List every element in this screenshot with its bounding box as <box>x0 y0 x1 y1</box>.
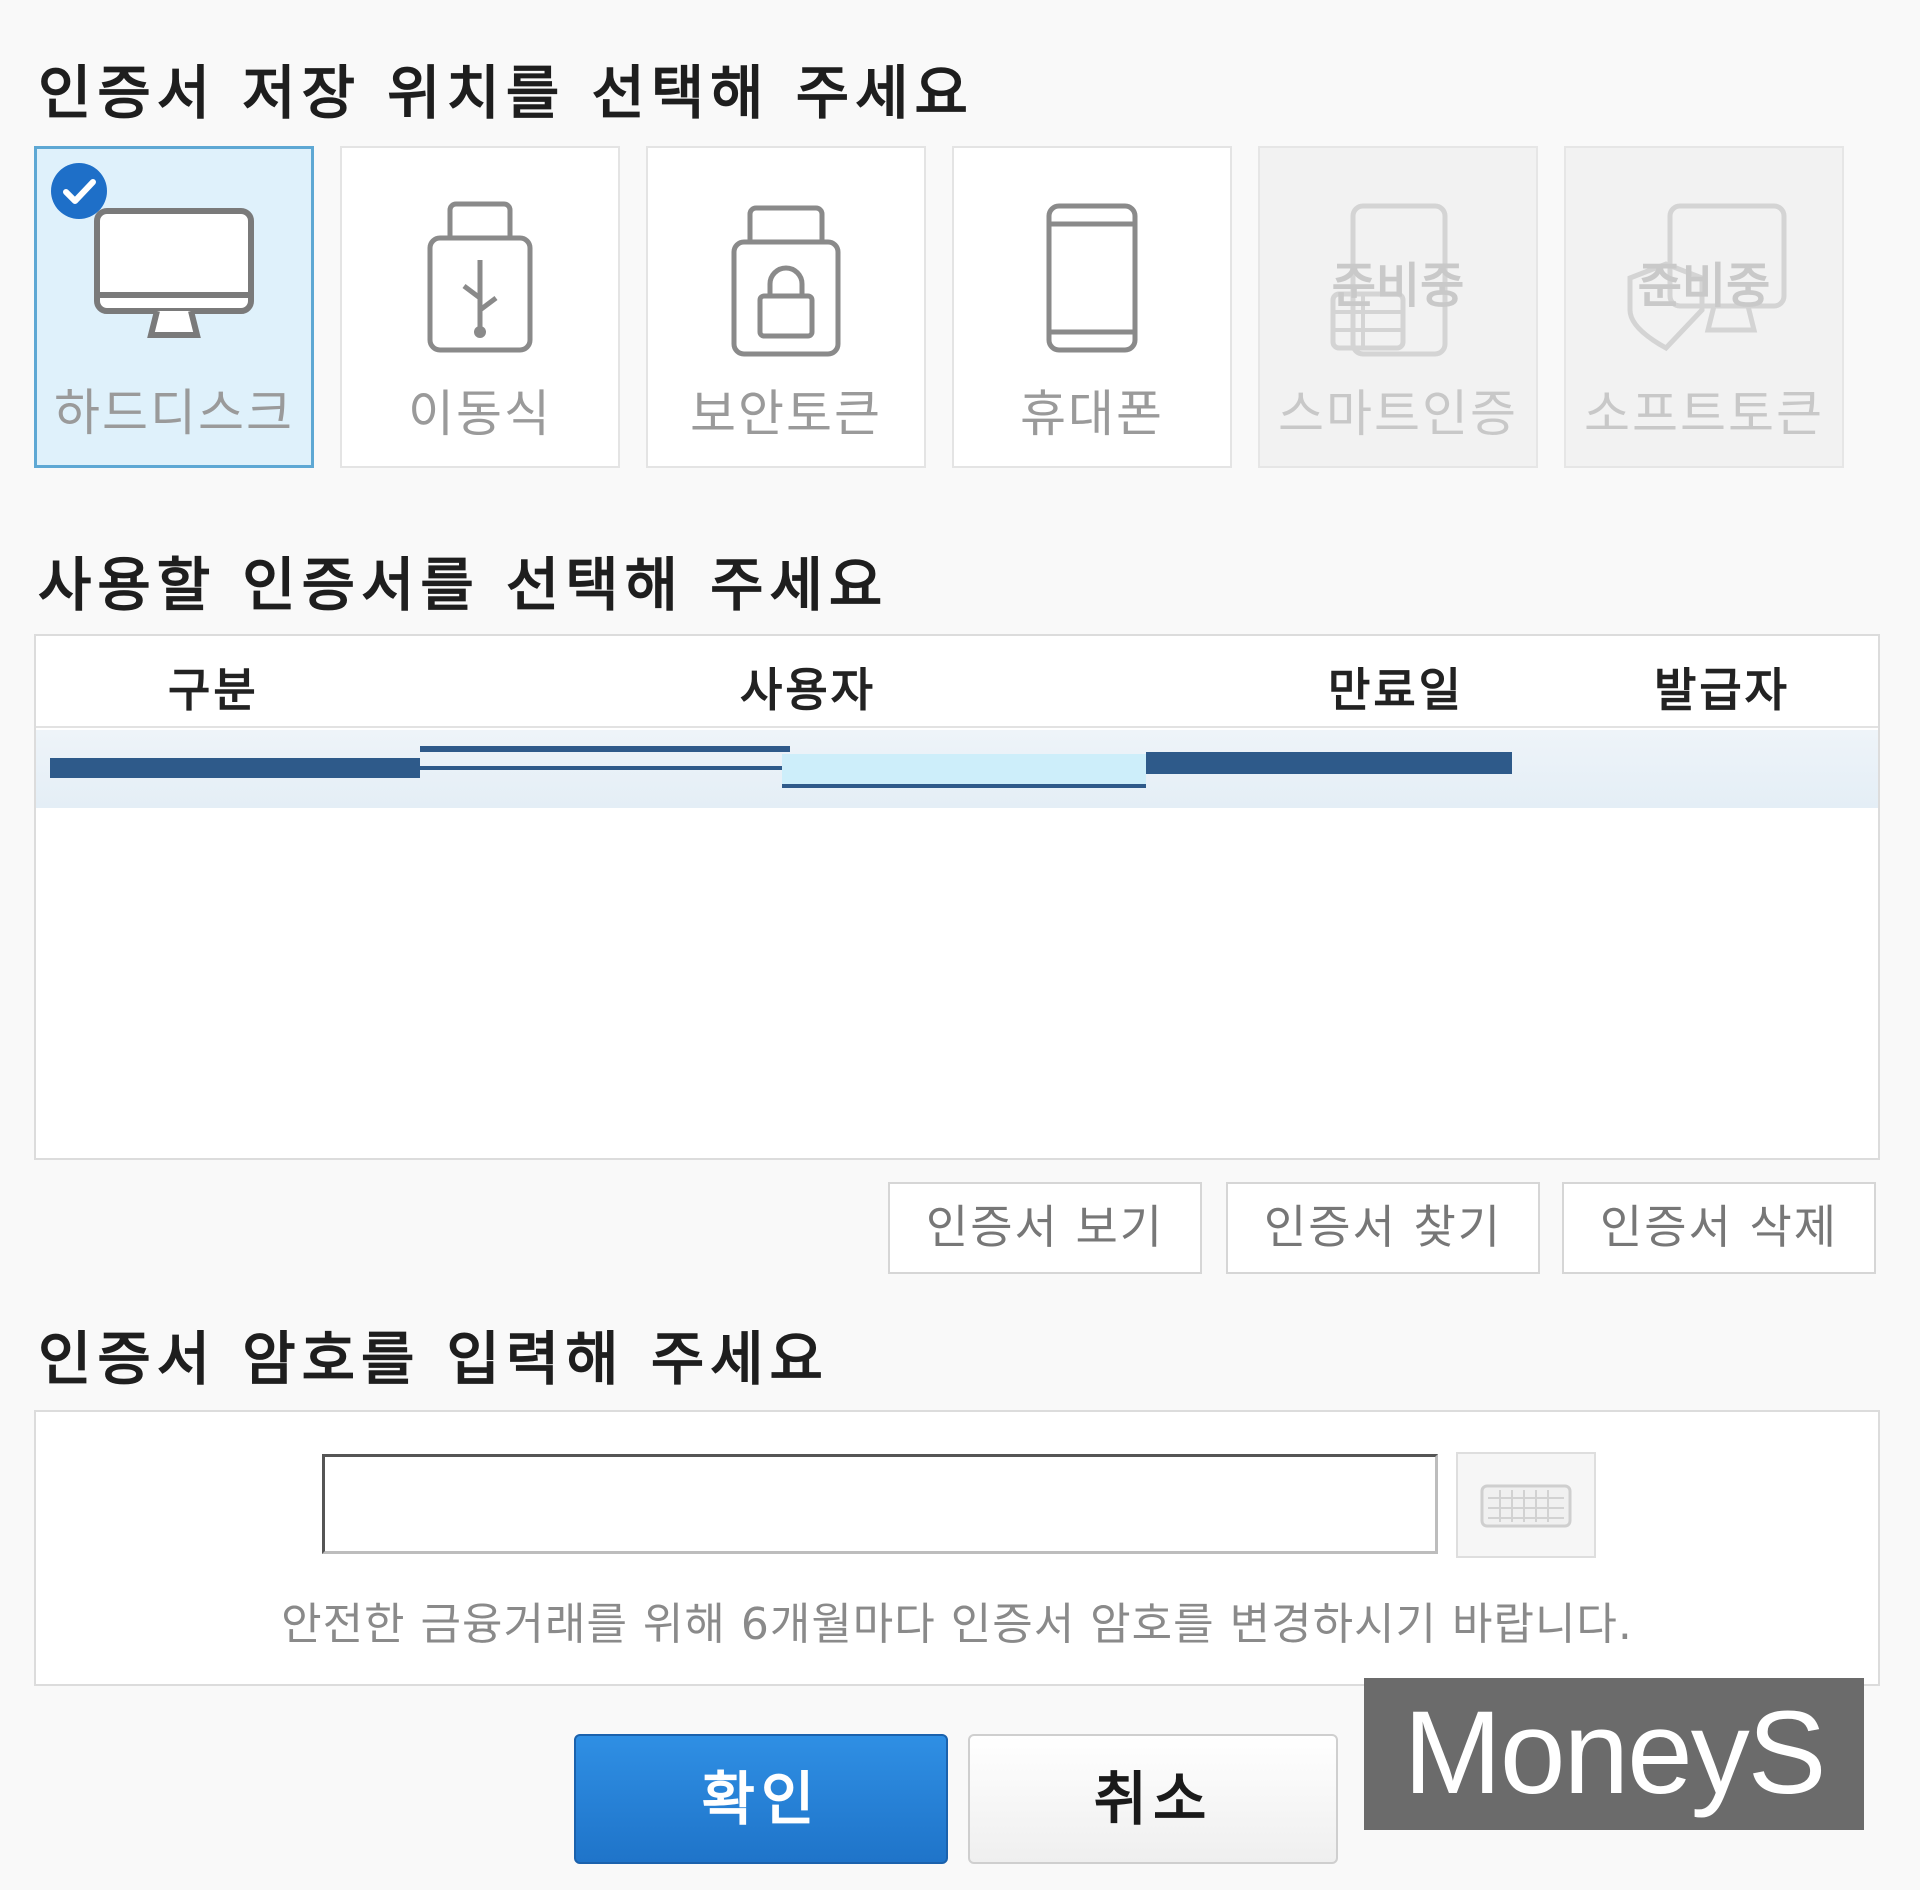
cert-section-title: 사용할 인증서를 선택해 주세요 <box>38 551 889 619</box>
table-row[interactable] <box>36 730 1878 808</box>
cancel-button[interactable]: 취소 <box>968 1734 1338 1864</box>
storage-option-harddisk[interactable]: 하드디스크 <box>34 146 314 468</box>
password-panel: 안전한 금융거래를 위해 6개월마다 인증서 암호를 변경하시기 바랍니다. <box>34 1410 1880 1686</box>
storage-option-security-token[interactable]: 보안토큰 <box>646 146 926 468</box>
certificate-table: 구분 사용자 만료일 발급자 <box>34 634 1880 1160</box>
storage-section-title: 인증서 저장 위치를 선택해 주세요 <box>38 59 974 127</box>
table-header: 구분 사용자 만료일 발급자 <box>36 636 1878 728</box>
storage-option-smart-auth: 준비중 스마트인증 <box>1258 146 1538 468</box>
storage-options: 하드디스크 이동식 보안토큰 휴대폰 준비중 스마트인증 준비중 소프트토큰 <box>34 146 1854 472</box>
delete-certificate-button[interactable]: 인증서 삭제 <box>1562 1182 1876 1274</box>
storage-option-label: 하드디스크 <box>54 384 294 442</box>
storage-option-label: 휴대폰 <box>1020 385 1164 443</box>
lock-token-icon <box>648 198 924 388</box>
storage-option-label: 이동식 <box>408 385 552 443</box>
virtual-keyboard-button[interactable] <box>1456 1452 1596 1558</box>
redacted-cell-type <box>50 758 420 778</box>
coming-soon-badge: 준비중 <box>1331 258 1465 314</box>
usb-icon <box>342 198 618 388</box>
column-expiry[interactable]: 만료일 <box>1328 654 1464 720</box>
storage-option-phone[interactable]: 휴대폰 <box>952 146 1232 468</box>
column-issuer[interactable]: 발급자 <box>1654 654 1790 720</box>
keyboard-icon <box>1480 1484 1572 1528</box>
storage-option-label: 스마트인증 <box>1278 385 1518 443</box>
redacted-cell-user <box>420 746 790 752</box>
redacted-cell-user <box>420 766 790 770</box>
coming-soon-badge: 준비중 <box>1637 258 1771 314</box>
password-section-title: 인증서 암호를 입력해 주세요 <box>38 1325 829 1393</box>
storage-option-label: 소프트토큰 <box>1584 385 1824 443</box>
monitor-icon <box>37 199 311 389</box>
view-certificate-button[interactable]: 인증서 보기 <box>888 1182 1202 1274</box>
column-user[interactable]: 사용자 <box>740 654 876 720</box>
storage-option-label: 보안토큰 <box>690 385 882 443</box>
redacted-cell-user <box>782 754 1146 788</box>
storage-option-removable[interactable]: 이동식 <box>340 146 620 468</box>
password-input[interactable] <box>322 1454 1438 1554</box>
confirm-button[interactable]: 확인 <box>574 1734 948 1864</box>
find-certificate-button[interactable]: 인증서 찾기 <box>1226 1182 1540 1274</box>
storage-option-soft-token: 준비중 소프트토큰 <box>1564 146 1844 468</box>
column-type[interactable]: 구분 <box>168 654 259 720</box>
phone-icon <box>954 198 1230 388</box>
password-notice: 안전한 금융거래를 위해 6개월마다 인증서 암호를 변경하시기 바랍니다. <box>281 1599 1633 1650</box>
redacted-cell-expiry <box>1146 752 1512 774</box>
moneys-watermark-logo: MoneyS <box>1364 1678 1864 1830</box>
